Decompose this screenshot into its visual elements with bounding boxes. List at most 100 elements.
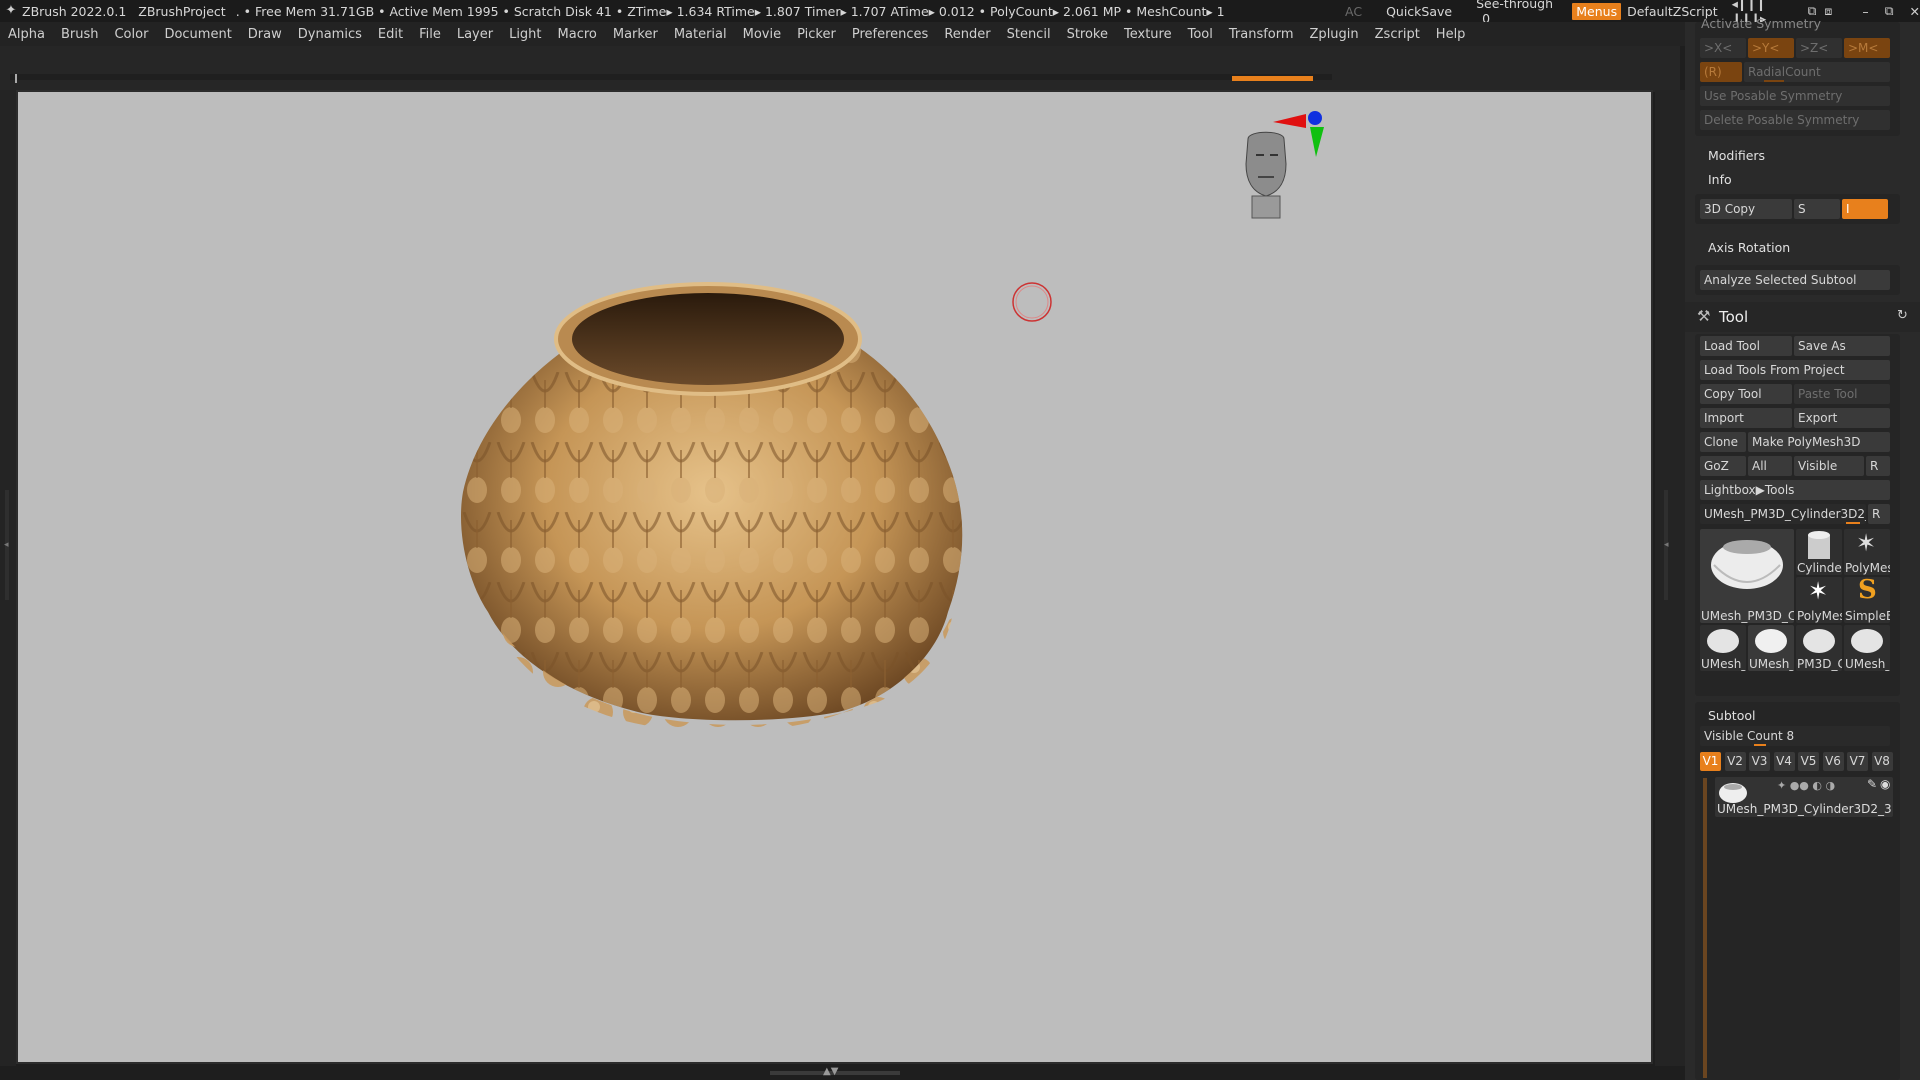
quicksave-button[interactable]: QuickSave xyxy=(1386,4,1452,19)
radial-count-slider[interactable]: RadialCount xyxy=(1744,62,1890,82)
menu-stroke[interactable]: Stroke xyxy=(1059,27,1116,42)
export-button[interactable]: Export xyxy=(1794,408,1890,428)
info-header[interactable]: Info xyxy=(1708,172,1732,187)
menu-light[interactable]: Light xyxy=(501,27,549,42)
tool-hammer-icon: ⚒ xyxy=(1697,307,1711,325)
menu-dynamics[interactable]: Dynamics xyxy=(290,27,370,42)
menu-file[interactable]: File xyxy=(411,27,449,42)
goz-button[interactable]: GoZ xyxy=(1700,456,1746,476)
symmetry-x-button[interactable]: >X< xyxy=(1700,38,1746,58)
copy3d-i-button[interactable]: I xyxy=(1842,199,1888,219)
activate-symmetry-label[interactable]: Activate Symmetry xyxy=(1701,16,1821,31)
radial-r-button[interactable]: (R) xyxy=(1700,62,1742,82)
right-tray-arrow-icon[interactable]: ◂ xyxy=(1664,540,1669,550)
menu-zscript[interactable]: Zscript xyxy=(1367,27,1428,42)
tool-palette-header[interactable]: ⚒ Tool ↻ xyxy=(1685,302,1920,332)
menu-texture[interactable]: Texture xyxy=(1116,27,1180,42)
tool-thumb-main[interactable]: UMesh_PM3D_C xyxy=(1700,529,1794,623)
tool-thumb-cylinder[interactable]: Cylinder xyxy=(1796,529,1842,575)
subtool-version-v6[interactable]: V6 xyxy=(1822,752,1844,771)
goz-visible-button[interactable]: Visible xyxy=(1794,456,1864,476)
close-icon[interactable]: ✕ xyxy=(1910,4,1920,19)
subtool-version-v4[interactable]: V4 xyxy=(1773,752,1795,771)
copy-tool-button[interactable]: Copy Tool xyxy=(1700,384,1792,404)
copy3d-s-button[interactable]: S xyxy=(1794,199,1840,219)
menu-movie[interactable]: Movie xyxy=(735,27,789,42)
vase-mesh[interactable] xyxy=(460,282,963,732)
brush-edit-icon[interactable]: ✎ xyxy=(1867,777,1877,791)
maximize-icon[interactable]: ⧉ xyxy=(1885,3,1894,19)
left-tray[interactable]: ◂ xyxy=(0,90,16,1070)
goz-all-button[interactable]: All xyxy=(1748,456,1792,476)
subtool-version-v7[interactable]: V7 xyxy=(1847,752,1868,771)
tool-thumb-simplebrush[interactable]: S SimpleB xyxy=(1844,577,1890,623)
tool-thumb-polymesh-2[interactable]: ✶ PolyMes xyxy=(1796,577,1842,623)
load-tool-button[interactable]: Load Tool xyxy=(1700,336,1792,356)
menu-transform[interactable]: Transform xyxy=(1221,27,1302,42)
lightbox-tools-button[interactable]: Lightbox▶Tools xyxy=(1700,480,1890,500)
menu-help[interactable]: Help xyxy=(1428,27,1474,42)
current-tool-r-button[interactable]: R xyxy=(1868,504,1890,524)
tool-thumb-polymesh-1[interactable]: ✶ PolyMes xyxy=(1844,529,1890,575)
subtool-version-v8[interactable]: V8 xyxy=(1871,752,1893,771)
subtool-header[interactable]: Subtool xyxy=(1708,708,1755,723)
tool-thumb-umesh-3[interactable]: UMesh_ xyxy=(1844,625,1890,671)
subtool-version-v2[interactable]: V2 xyxy=(1724,752,1746,771)
symmetry-m-button[interactable]: >M< xyxy=(1844,38,1890,58)
subtool-visibility-icons[interactable]: ✦ ●● ◐ ◑ xyxy=(1777,779,1835,792)
left-tray-arrow-icon[interactable]: ◂ xyxy=(4,540,9,550)
paste-tool-button[interactable]: Paste Tool xyxy=(1794,384,1890,404)
import-button[interactable]: Import xyxy=(1700,408,1792,428)
subtool-scrollbar[interactable] xyxy=(1703,778,1707,1078)
axis-rotation-header[interactable]: Axis Rotation xyxy=(1708,240,1790,255)
menu-layer[interactable]: Layer xyxy=(449,27,501,42)
use-posable-symmetry-button[interactable]: Use Posable Symmetry xyxy=(1700,86,1890,106)
viewport-canvas[interactable] xyxy=(16,90,1653,1064)
menu-marker[interactable]: Marker xyxy=(605,27,666,42)
3d-copy-button[interactable]: 3D Copy xyxy=(1700,199,1792,219)
right-tray[interactable]: ◂ xyxy=(1655,90,1685,1070)
menu-draw[interactable]: Draw xyxy=(240,27,290,42)
vase-thumbnail-icon xyxy=(1711,540,1783,589)
palette-icon[interactable]: ⧈ xyxy=(1824,3,1832,19)
subtool-item[interactable]: ✦ ●● ◐ ◑ ✎ ◉ UMesh_PM3D_Cylinder3D2_3 xyxy=(1715,777,1893,817)
analyze-selected-subtool-button[interactable]: Analyze Selected Subtool xyxy=(1700,270,1890,290)
current-tool-slider[interactable]: UMesh_PM3D_Cylinder3D2_3 xyxy=(1700,504,1866,524)
menu-render[interactable]: Render xyxy=(936,27,998,42)
menu-material[interactable]: Material xyxy=(666,27,735,42)
menu-edit[interactable]: Edit xyxy=(370,27,411,42)
menu-alpha[interactable]: Alpha xyxy=(0,27,53,42)
clone-button[interactable]: Clone xyxy=(1700,432,1746,452)
menu-brush[interactable]: Brush xyxy=(53,27,107,42)
menu-picker[interactable]: Picker xyxy=(789,27,844,42)
symmetry-y-button[interactable]: >Y< xyxy=(1748,38,1794,58)
bottom-tray-arrow-icon[interactable]: ▲▼ xyxy=(823,1066,838,1077)
menu-document[interactable]: Document xyxy=(156,27,239,42)
load-tools-from-project-button[interactable]: Load Tools From Project xyxy=(1700,360,1890,380)
menu-zplugin[interactable]: Zplugin xyxy=(1302,27,1367,42)
menu-tool[interactable]: Tool xyxy=(1180,27,1221,42)
tool-thumb-pm3d[interactable]: PM3D_C xyxy=(1796,625,1842,671)
menu-preferences[interactable]: Preferences xyxy=(844,27,936,42)
eye-icon[interactable]: ◉ xyxy=(1880,777,1890,791)
navigation-head-icon[interactable] xyxy=(1245,131,1287,219)
modifiers-header[interactable]: Modifiers xyxy=(1708,148,1765,163)
subtool-version-v1[interactable]: V1 xyxy=(1700,752,1721,771)
menu-color[interactable]: Color xyxy=(106,27,156,42)
visible-count-label: Visible Count 8 xyxy=(1704,729,1795,743)
refresh-icon[interactable]: ↻ xyxy=(1897,308,1908,323)
save-as-button[interactable]: Save As xyxy=(1794,336,1890,356)
delete-posable-symmetry-button[interactable]: Delete Posable Symmetry xyxy=(1700,110,1890,130)
minimize-icon[interactable]: – xyxy=(1862,4,1868,19)
goz-r-button[interactable]: R xyxy=(1866,456,1890,476)
menus-toggle[interactable]: Menus xyxy=(1572,2,1622,20)
subtool-version-v3[interactable]: V3 xyxy=(1749,752,1770,771)
menu-macro[interactable]: Macro xyxy=(550,27,605,42)
tool-thumb-umesh-2[interactable]: UMesh_ xyxy=(1748,625,1794,671)
menu-stencil[interactable]: Stencil xyxy=(999,27,1059,42)
subtool-version-v5[interactable]: V5 xyxy=(1798,752,1819,771)
visible-count-slider[interactable]: Visible Count 8 xyxy=(1700,726,1890,746)
make-polymesh3d-button[interactable]: Make PolyMesh3D xyxy=(1748,432,1890,452)
symmetry-z-button[interactable]: >Z< xyxy=(1796,38,1842,58)
tool-thumb-umesh-1[interactable]: UMesh_ xyxy=(1700,625,1746,671)
